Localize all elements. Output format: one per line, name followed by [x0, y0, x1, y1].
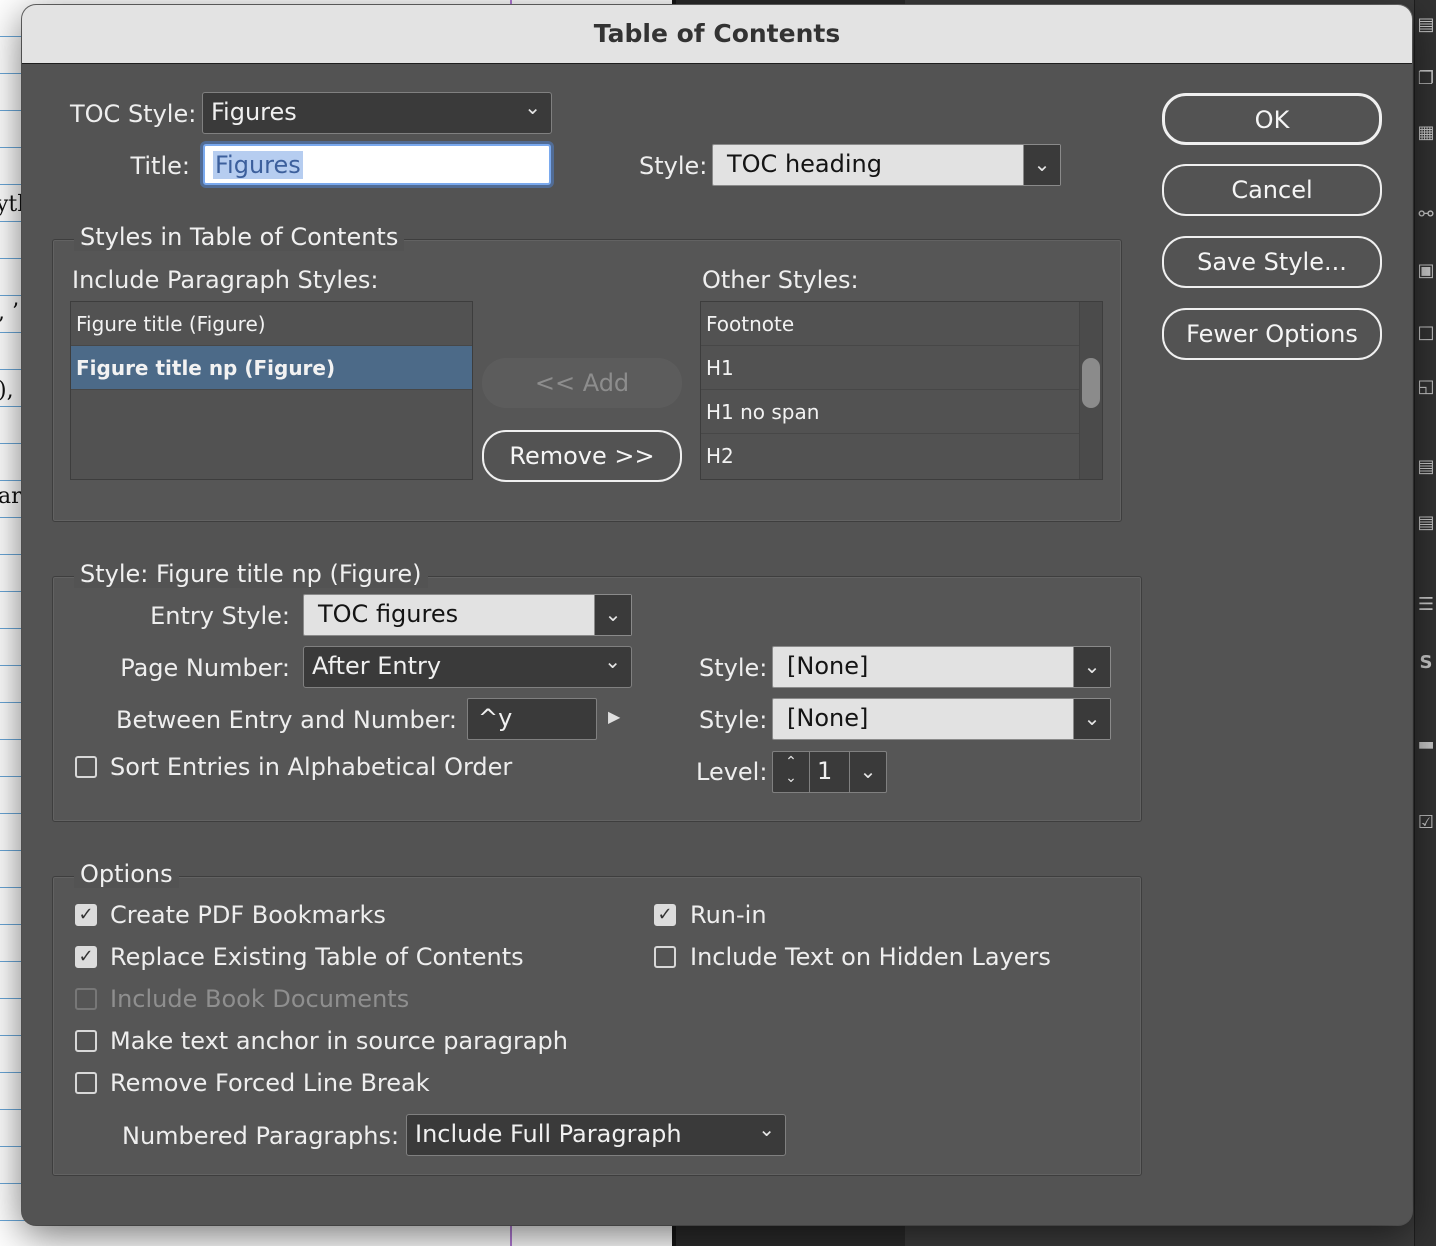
sort-entries-checkbox[interactable] — [75, 756, 97, 778]
cancel-button[interactable]: Cancel — [1162, 164, 1382, 216]
toc-style-dropdown[interactable]: Figures ⌄ — [202, 92, 552, 134]
between-entry-input[interactable]: ^y — [467, 698, 597, 740]
run-in-label: Run-in — [690, 901, 767, 929]
dialog-title: Table of Contents — [593, 19, 841, 48]
toc-style-label: TOC Style: — [70, 100, 197, 128]
fewer-options-button[interactable]: Fewer Options — [1162, 308, 1382, 360]
level-stepper-arrows[interactable]: ⌃ ⌄ — [773, 752, 810, 792]
page-number-dropdown[interactable]: After Entry ⌄ — [303, 646, 632, 688]
tasks-icon[interactable]: ☑ — [1415, 810, 1436, 836]
level-value: 1 — [817, 757, 833, 785]
list-item[interactable]: Footnote — [701, 302, 1080, 346]
title-label: Title: — [130, 152, 190, 180]
gradient-icon[interactable]: ◱ — [1415, 374, 1436, 400]
toc-style-value: Figures — [211, 98, 297, 126]
stroke-icon[interactable]: ▣ — [1415, 258, 1436, 284]
numbered-paragraphs-dropdown[interactable]: Include Full Paragraph ⌄ — [406, 1114, 786, 1156]
doc-text-fragment: , ’ — [0, 300, 19, 325]
pages-icon[interactable]: ❐ — [1415, 66, 1436, 92]
title-input-value: Figures — [213, 151, 303, 179]
title-style-value: TOC heading — [727, 150, 882, 178]
title-input[interactable]: Figures — [203, 144, 551, 185]
page-number-value: After Entry — [312, 652, 442, 680]
doc-text-fragment: ar — [0, 484, 22, 509]
chevron-down-icon: ⌄ — [604, 649, 621, 673]
chevron-down-icon: ⌄ — [758, 1117, 775, 1141]
remove-button[interactable]: Remove >> — [482, 430, 682, 482]
page-number-style-combo[interactable]: [None] ⌄ — [772, 646, 1111, 688]
right-toolbar: ▤ ❐ ▦ ⚯ ▣ □ ◱ ▤ ▤ ☰ S ▬ ☑ — [1414, 0, 1436, 1246]
paragraph-styles-icon[interactable]: S — [1415, 650, 1436, 676]
swatches-icon[interactable]: □ — [1415, 320, 1436, 346]
dialog-titlebar: Table of Contents — [22, 5, 1412, 64]
comments-icon[interactable]: ▬ — [1415, 732, 1436, 758]
list-item[interactable]: H1 no span — [701, 390, 1080, 434]
doc-text-fragment: ), — [0, 378, 14, 403]
effects-icon[interactable]: ▤ — [1415, 454, 1436, 480]
replace-existing-label: Replace Existing Table of Contents — [110, 943, 524, 971]
chevron-down-icon[interactable]: ⌄ — [1073, 647, 1110, 687]
toc-dialog: Table of Contents TOC Style: Figures ⌄ T… — [22, 5, 1412, 1225]
between-style-value: [None] — [787, 704, 869, 732]
special-characters-arrow-icon[interactable]: ▶ — [608, 707, 620, 726]
other-styles-scrollbar[interactable] — [1079, 302, 1102, 479]
other-styles-label: Other Styles: — [702, 266, 859, 294]
make-text-anchor-label: Make text anchor in source paragraph — [110, 1027, 568, 1055]
between-entry-value: ^y — [478, 704, 513, 732]
align-icon[interactable]: ▤ — [1415, 510, 1436, 536]
sort-entries-label: Sort Entries in Alphabetical Order — [110, 753, 513, 781]
between-style-combo[interactable]: [None] ⌄ — [772, 698, 1111, 740]
between-style-label: Style: — [699, 706, 768, 734]
chevron-up-icon[interactable]: ⌃ — [773, 754, 809, 770]
pathfinder-icon[interactable]: ☰ — [1415, 592, 1436, 618]
replace-existing-checkbox[interactable]: ✓ — [75, 946, 97, 968]
layers-icon[interactable]: ▦ — [1415, 120, 1436, 146]
list-item-selected[interactable]: Figure title np (Figure) — [71, 346, 472, 390]
include-styles-list[interactable]: Figure title (Figure) Figure title np (F… — [70, 301, 473, 480]
page-number-label: Page Number: — [120, 654, 290, 682]
ok-button[interactable]: OK — [1162, 93, 1382, 145]
numbered-paragraphs-label: Numbered Paragraphs: — [122, 1122, 400, 1150]
chevron-down-icon[interactable]: ⌄ — [594, 595, 631, 635]
run-in-checkbox[interactable]: ✓ — [654, 904, 676, 926]
page-number-style-label: Style: — [699, 654, 768, 682]
list-item[interactable]: H2 — [701, 434, 1080, 478]
other-styles-list[interactable]: Footnote H1 H1 no span H2 — [700, 301, 1103, 480]
chevron-down-icon[interactable]: ⌄ — [1073, 699, 1110, 739]
entry-style-value: TOC figures — [318, 600, 459, 628]
chevron-down-icon[interactable]: ⌄ — [773, 770, 809, 786]
create-pdf-bookmarks-checkbox[interactable]: ✓ — [75, 904, 97, 926]
remove-forced-line-break-checkbox[interactable] — [75, 1072, 97, 1094]
options-title: Options — [74, 860, 179, 888]
include-hidden-layers-label: Include Text on Hidden Layers — [690, 943, 1051, 971]
include-book-documents-checkbox — [75, 988, 97, 1010]
remove-forced-line-break-label: Remove Forced Line Break — [110, 1069, 430, 1097]
between-entry-label: Between Entry and Number: — [116, 706, 457, 734]
include-book-documents-label: Include Book Documents — [110, 985, 410, 1013]
save-style-button[interactable]: Save Style... — [1162, 236, 1382, 288]
list-item[interactable]: Figure title (Figure) — [71, 302, 472, 346]
chevron-down-icon[interactable]: ⌄ — [849, 752, 886, 792]
add-button[interactable]: << Add — [482, 358, 682, 408]
panels-icon[interactable]: ▤ — [1415, 12, 1436, 38]
scrollbar-thumb[interactable] — [1082, 358, 1100, 408]
chevron-down-icon[interactable]: ⌄ — [1023, 145, 1060, 185]
entry-style-combo[interactable]: TOC figures ⌄ — [303, 594, 632, 636]
title-style-combo[interactable]: TOC heading ⌄ — [712, 144, 1061, 186]
level-stepper[interactable]: ⌃ ⌄ 1 ⌄ — [772, 751, 887, 793]
make-text-anchor-checkbox[interactable] — [75, 1030, 97, 1052]
list-item[interactable]: H1 — [701, 346, 1080, 390]
create-pdf-bookmarks-label: Create PDF Bookmarks — [110, 901, 386, 929]
include-hidden-layers-checkbox[interactable] — [654, 946, 676, 968]
numbered-paragraphs-value: Include Full Paragraph — [415, 1120, 682, 1148]
page-number-style-value: [None] — [787, 652, 869, 680]
chevron-down-icon: ⌄ — [524, 95, 541, 119]
styles-in-toc-title: Styles in Table of Contents — [74, 223, 405, 251]
entry-style-group-title: Style: Figure title np (Figure) — [74, 560, 428, 588]
links-icon[interactable]: ⚯ — [1415, 202, 1436, 228]
title-style-label: Style: — [639, 152, 708, 180]
level-label: Level: — [696, 758, 768, 786]
entry-style-label: Entry Style: — [150, 602, 290, 630]
include-styles-label: Include Paragraph Styles: — [72, 266, 379, 294]
